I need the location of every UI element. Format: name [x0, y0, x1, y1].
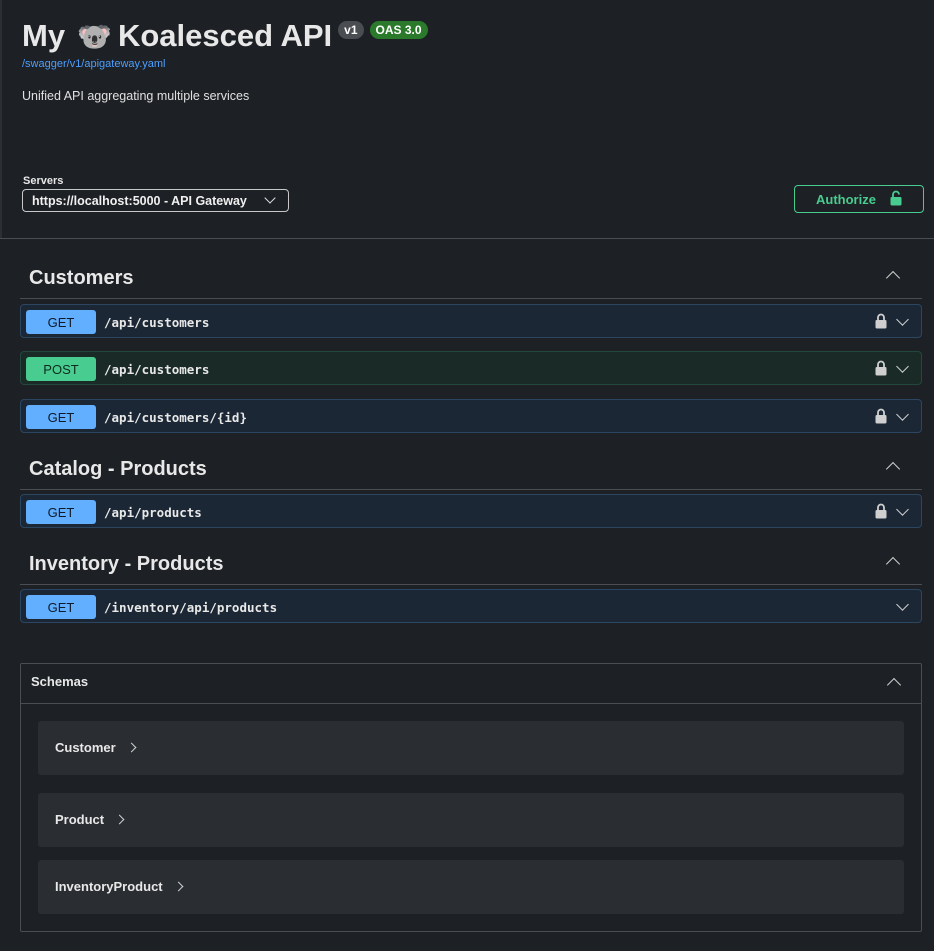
method-badge: GET	[26, 595, 96, 619]
schema-model-inventoryproduct[interactable]: InventoryProduct	[38, 860, 904, 914]
operation-path: /api/customers	[104, 362, 210, 377]
chevron-up-icon[interactable]	[885, 556, 901, 572]
api-description: Unified API aggregating multiple service…	[22, 89, 250, 103]
tag-name: Inventory - Products	[29, 553, 224, 575]
lock-icon[interactable]	[875, 503, 887, 524]
chevron-up-icon[interactable]	[885, 461, 901, 477]
schema-name: InventoryProduct	[55, 879, 184, 894]
tag-customers[interactable]: Customers	[20, 255, 922, 299]
schema-model-customer[interactable]: Customer	[38, 721, 904, 775]
chevron-down-icon[interactable]	[896, 360, 909, 373]
authorize-label: Authorize	[816, 191, 876, 207]
authorize-button[interactable]: Authorize	[794, 185, 924, 213]
header-divider	[0, 238, 934, 239]
server-select-value: https://localhost:5000 - API Gateway	[32, 194, 247, 208]
schema-name-text: Customer	[55, 740, 116, 755]
api-title: My 🐨 Koalesced API v1 OAS 3.0	[22, 18, 428, 54]
chevron-down-icon[interactable]	[896, 598, 909, 611]
unlock-icon	[890, 190, 902, 209]
schemas-section: Schemas Customer Product InventoryProduc…	[20, 663, 922, 932]
schema-model-product[interactable]: Product	[38, 793, 904, 847]
chevron-down-icon[interactable]	[896, 313, 909, 326]
tag-name: Customers	[29, 267, 134, 289]
operation-path: /api/customers/{id}	[104, 410, 247, 425]
chevron-up-icon[interactable]	[886, 677, 902, 693]
chevron-down-icon	[264, 192, 276, 204]
lock-icon[interactable]	[875, 360, 887, 381]
chevron-right-icon	[126, 742, 137, 753]
title-prefix: My	[22, 18, 66, 53]
chevron-up-icon[interactable]	[885, 270, 901, 286]
operation-get-customer-by-id[interactable]: GET /api/customers/{id}	[20, 399, 922, 433]
schema-name-text: InventoryProduct	[55, 879, 163, 894]
chevron-down-icon[interactable]	[896, 503, 909, 516]
version-badge: v1	[338, 21, 364, 39]
schemas-title: Schemas	[31, 674, 89, 689]
lock-icon[interactable]	[875, 313, 887, 334]
operation-post-customers[interactable]: POST /api/customers	[20, 351, 922, 385]
operation-path: /api/customers	[104, 315, 210, 330]
tag-inventory-products[interactable]: Inventory - Products	[20, 541, 922, 585]
koala-icon: 🐨	[77, 20, 112, 52]
tag-name: Catalog - Products	[29, 458, 207, 480]
method-badge: GET	[26, 310, 96, 334]
schema-name-text: Product	[55, 812, 105, 827]
method-badge: GET	[26, 500, 96, 524]
oas-badge: OAS 3.0	[369, 21, 428, 39]
schemas-header[interactable]: Schemas	[21, 664, 921, 704]
tag-catalog-products[interactable]: Catalog - Products	[20, 446, 922, 490]
operation-get-products[interactable]: GET /api/products	[20, 494, 922, 528]
schema-name: Customer	[55, 740, 137, 755]
servers-label: Servers	[23, 175, 64, 187]
spec-link[interactable]: /swagger/v1/apigateway.yaml	[22, 58, 165, 70]
operation-get-inventory-products[interactable]: GET /inventory/api/products	[20, 589, 922, 623]
info-section: My 🐨 Koalesced API v1 OAS 3.0 /swagger/v…	[0, 0, 934, 238]
operation-path: /api/products	[104, 505, 202, 520]
chevron-down-icon[interactable]	[896, 408, 909, 421]
chevron-right-icon	[173, 881, 184, 892]
method-badge: GET	[26, 405, 96, 429]
server-select[interactable]: https://localhost:5000 - API Gateway	[22, 189, 289, 212]
operation-get-customers[interactable]: GET /api/customers	[20, 304, 922, 338]
lock-icon[interactable]	[875, 408, 887, 429]
method-badge: POST	[26, 357, 96, 381]
operation-path: /inventory/api/products	[104, 600, 278, 615]
title-main: Koalesced API	[117, 18, 333, 53]
schema-name: Product	[55, 812, 125, 827]
chevron-right-icon	[114, 814, 125, 825]
